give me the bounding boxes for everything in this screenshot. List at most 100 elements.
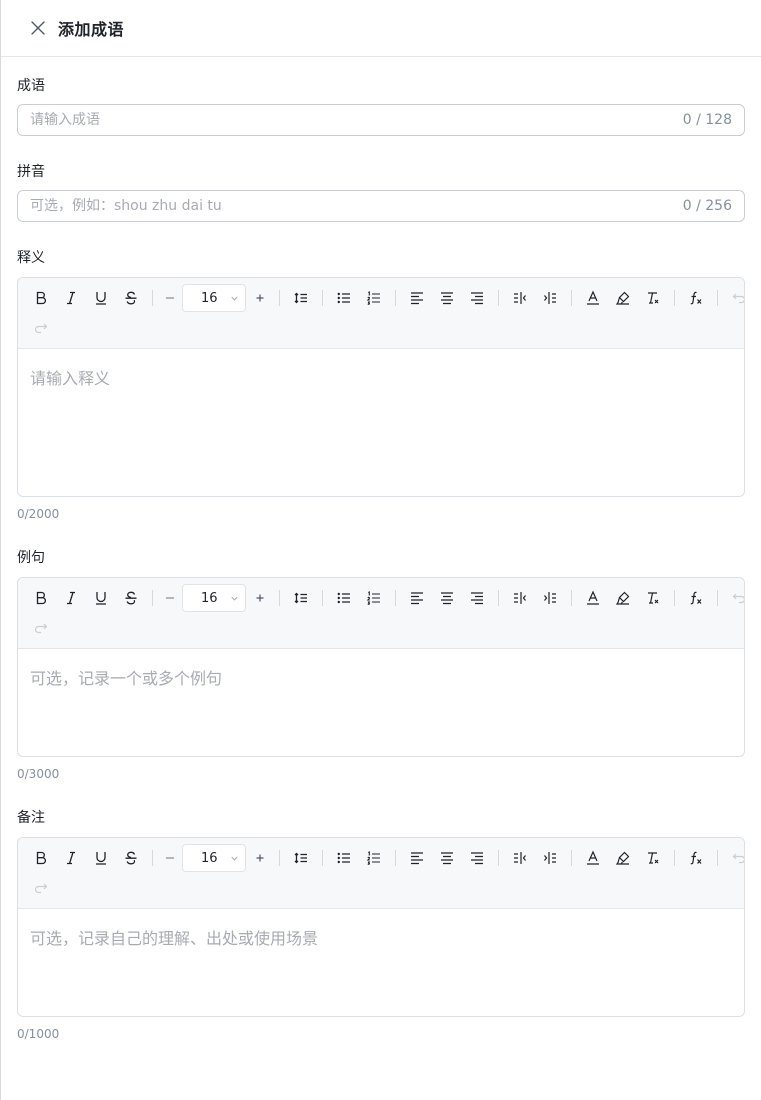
bullet-list-button[interactable] xyxy=(329,583,359,613)
align-right-button[interactable] xyxy=(462,583,492,613)
align-left-button[interactable] xyxy=(402,843,432,873)
font-color-icon xyxy=(587,590,599,605)
line-height-button[interactable] xyxy=(286,843,316,873)
underline-button[interactable] xyxy=(86,283,116,313)
indent-button[interactable] xyxy=(535,583,565,613)
font-size-increase-icon xyxy=(256,854,264,862)
line-height-button[interactable] xyxy=(286,283,316,313)
font-size-decrease-icon xyxy=(166,857,174,859)
toolbar-separator xyxy=(152,590,153,606)
align-center-button[interactable] xyxy=(432,283,462,313)
undo-button[interactable] xyxy=(724,283,744,313)
strikethrough-button[interactable] xyxy=(116,583,146,613)
align-center-button[interactable] xyxy=(432,843,462,873)
align-center-icon xyxy=(441,592,453,605)
indent-button[interactable] xyxy=(535,843,565,873)
font-color-button[interactable] xyxy=(578,583,608,613)
example-editor: 16 可选，记录一个或多个例句 xyxy=(17,577,745,757)
font-size-increase-button[interactable] xyxy=(247,283,273,313)
definition-editor: 16 请输入释义 xyxy=(17,277,745,497)
formula-icon xyxy=(690,291,702,305)
close-button[interactable] xyxy=(29,19,47,37)
underline-button[interactable] xyxy=(86,583,116,613)
font-size-decrease-button[interactable] xyxy=(159,583,181,613)
font-color-button[interactable] xyxy=(578,843,608,873)
bold-button[interactable] xyxy=(26,843,56,873)
indent-icon xyxy=(544,852,556,864)
toolbar-separator xyxy=(279,290,280,306)
clear-format-icon xyxy=(648,292,659,304)
formula-button[interactable] xyxy=(681,283,711,313)
editor-toolbar: 16 xyxy=(18,578,744,649)
indent-button[interactable] xyxy=(535,283,565,313)
font-size-value: 16 xyxy=(201,850,218,866)
bold-icon xyxy=(36,291,46,305)
font-color-button[interactable] xyxy=(578,283,608,313)
outdent-button[interactable] xyxy=(505,843,535,873)
bold-button[interactable] xyxy=(26,583,56,613)
italic-button[interactable] xyxy=(56,283,86,313)
align-right-button[interactable] xyxy=(462,843,492,873)
underline-button[interactable] xyxy=(86,843,116,873)
align-left-button[interactable] xyxy=(402,583,432,613)
undo-icon xyxy=(732,293,744,304)
clear-format-button[interactable] xyxy=(638,583,668,613)
strikethrough-button[interactable] xyxy=(116,843,146,873)
redo-button[interactable] xyxy=(26,313,56,343)
align-center-button[interactable] xyxy=(432,583,462,613)
line-height-button[interactable] xyxy=(286,583,316,613)
numbered-list-button[interactable] xyxy=(359,583,389,613)
outdent-icon xyxy=(514,292,526,304)
toolbar-separator xyxy=(395,290,396,306)
italic-button[interactable] xyxy=(56,583,86,613)
highlight-button[interactable] xyxy=(608,843,638,873)
pinyin-input[interactable] xyxy=(18,191,683,221)
numbered-list-button[interactable] xyxy=(359,843,389,873)
font-size-decrease-button[interactable] xyxy=(159,843,181,873)
formula-icon xyxy=(690,851,702,865)
definition-editor-content[interactable]: 请输入释义 xyxy=(18,349,744,496)
undo-button[interactable] xyxy=(724,583,744,613)
formula-button[interactable] xyxy=(681,843,711,873)
align-left-button[interactable] xyxy=(402,283,432,313)
font-size-increase-button[interactable] xyxy=(247,843,273,873)
font-size-select[interactable]: 16 xyxy=(182,844,246,872)
idiom-input[interactable] xyxy=(18,105,683,135)
align-right-icon xyxy=(471,292,483,305)
italic-icon xyxy=(67,291,75,305)
bullet-list-button[interactable] xyxy=(329,843,359,873)
clear-format-button[interactable] xyxy=(638,843,668,873)
font-size-select[interactable]: 16 xyxy=(182,584,246,612)
font-size-increase-button[interactable] xyxy=(247,583,273,613)
font-size-decrease-icon xyxy=(166,597,174,599)
align-right-button[interactable] xyxy=(462,283,492,313)
example-editor-content[interactable]: 可选，记录一个或多个例句 xyxy=(18,649,744,756)
highlight-icon xyxy=(615,291,630,305)
italic-button[interactable] xyxy=(56,843,86,873)
outdent-button[interactable] xyxy=(505,283,535,313)
bullet-list-button[interactable] xyxy=(329,283,359,313)
strikethrough-button[interactable] xyxy=(116,283,146,313)
redo-icon xyxy=(34,323,48,334)
highlight-button[interactable] xyxy=(608,583,638,613)
toolbar-separator xyxy=(717,850,718,866)
undo-button[interactable] xyxy=(724,843,744,873)
redo-button[interactable] xyxy=(26,613,56,643)
clear-format-button[interactable] xyxy=(638,283,668,313)
strikethrough-icon xyxy=(125,851,137,865)
highlight-button[interactable] xyxy=(608,283,638,313)
pinyin-label: 拼音 xyxy=(17,164,45,180)
redo-button[interactable] xyxy=(26,873,56,903)
numbered-list-button[interactable] xyxy=(359,283,389,313)
font-size-decrease-button[interactable] xyxy=(159,283,181,313)
notes-editor-content[interactable]: 可选，记录自己的理解、出处或使用场景 xyxy=(18,909,744,1016)
line-height-icon xyxy=(294,292,307,304)
font-size-select[interactable]: 16 xyxy=(182,284,246,312)
formula-button[interactable] xyxy=(681,583,711,613)
font-size-value: 16 xyxy=(201,290,218,306)
bold-button[interactable] xyxy=(26,283,56,313)
outdent-button[interactable] xyxy=(505,583,535,613)
bullet-list-icon xyxy=(337,292,350,304)
idiom-label: 成语 xyxy=(17,78,45,94)
toolbar-separator xyxy=(571,850,572,866)
